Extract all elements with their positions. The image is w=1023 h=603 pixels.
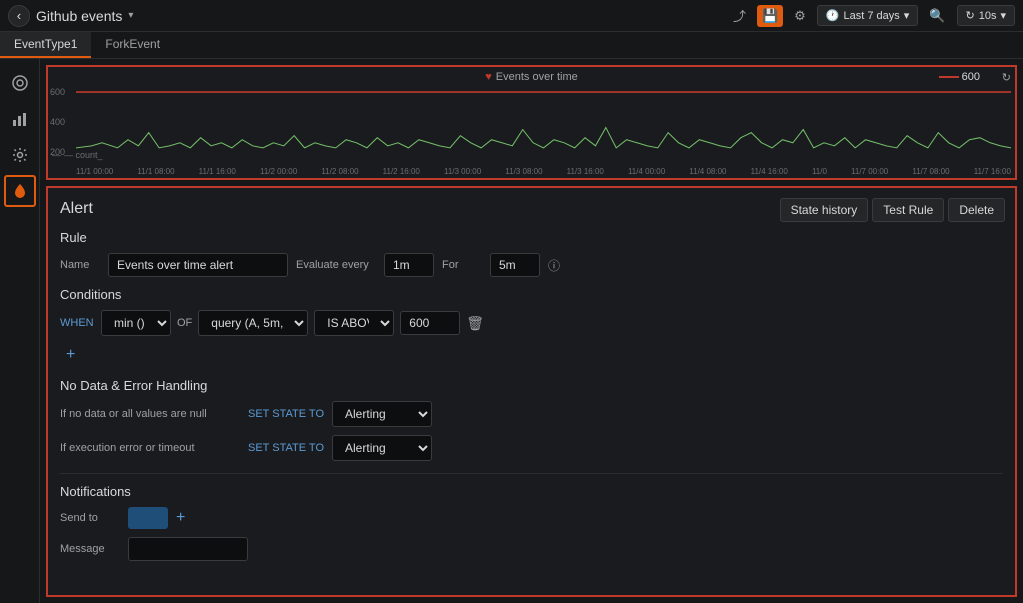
count-line: — bbox=[52, 150, 61, 160]
message-label: Message bbox=[60, 543, 120, 555]
time-range-label: Last 7 days bbox=[844, 10, 900, 22]
clock-icon: 🕐 bbox=[826, 9, 840, 22]
rule-section: Rule Name Evaluate every For ⓘ bbox=[60, 230, 1003, 277]
graph-title-area: ♥ Events over time bbox=[485, 71, 577, 83]
query-select[interactable]: query (A, 5m, now) bbox=[198, 310, 308, 336]
graph-title: Events over time bbox=[496, 71, 578, 83]
top-bar-left: ‹ Github events ▾ bbox=[8, 5, 133, 27]
for-input[interactable] bbox=[490, 253, 540, 277]
min-select[interactable]: min () max () avg () sum () bbox=[101, 310, 171, 336]
right-panel: ♥ Events over time 600 ↻ 600 400 200 bbox=[40, 59, 1023, 603]
name-label: Name bbox=[60, 259, 100, 271]
message-row: Message bbox=[60, 537, 1003, 561]
conditions-section-title: Conditions bbox=[60, 287, 1003, 302]
share-button[interactable]: ⤴ bbox=[728, 3, 751, 28]
graph-legend-value: 600 bbox=[962, 71, 980, 83]
no-data-state-select[interactable]: Alerting No Data Keep State OK bbox=[332, 401, 432, 427]
sidebar bbox=[0, 59, 40, 603]
name-input[interactable] bbox=[108, 253, 288, 277]
of-label: OF bbox=[177, 317, 192, 329]
notifications-section: Notifications Send to + Message bbox=[60, 473, 1003, 561]
info-icon[interactable]: ⓘ bbox=[548, 257, 560, 274]
no-data-label: If no data or all values are null bbox=[60, 408, 240, 420]
notification-channel-button[interactable] bbox=[128, 507, 168, 529]
top-bar-right: ⤴ 💾 ⚙ 🕐 Last 7 days ▾ 🔍 ↻ 10s ▾ bbox=[728, 3, 1015, 28]
conditions-section: Conditions WHEN min () max () avg () sum… bbox=[60, 287, 1003, 366]
threshold-input[interactable] bbox=[400, 311, 460, 335]
y-axis-400: 400 bbox=[50, 117, 65, 127]
state-history-button[interactable]: State history bbox=[780, 198, 869, 222]
time-range-button[interactable]: 🕐 Last 7 days ▾ bbox=[817, 5, 919, 26]
rule-section-title: Rule bbox=[60, 230, 1003, 245]
search-button[interactable]: 🔍 bbox=[924, 5, 950, 27]
y-axis: 600 400 200 bbox=[50, 87, 65, 157]
x-axis: 11/1 00:00 11/1 08:00 11/1 16:00 11/2 00… bbox=[76, 167, 1011, 176]
message-input[interactable] bbox=[128, 537, 248, 561]
sidebar-icon-layers[interactable] bbox=[4, 67, 36, 99]
graph-canvas bbox=[76, 87, 1011, 158]
tab-bar: EventType1 ForkEvent bbox=[0, 32, 1023, 59]
settings-button[interactable]: ⚙ bbox=[789, 5, 811, 27]
delete-button[interactable]: Delete bbox=[948, 198, 1005, 222]
is-above-select[interactable]: IS ABOVE IS BELOW IS WITHIN RANGE HAS NO… bbox=[314, 310, 394, 336]
set-state-label-1: SET STATE TO bbox=[248, 408, 324, 420]
y-axis-600: 600 bbox=[50, 87, 65, 97]
legend-line bbox=[939, 76, 959, 78]
error-label: If execution error or timeout bbox=[60, 442, 240, 454]
set-state-label-2: SET STATE TO bbox=[248, 442, 324, 454]
graph-area: ♥ Events over time 600 ↻ 600 400 200 bbox=[46, 65, 1017, 180]
error-state-select[interactable]: Alerting Keep State OK bbox=[332, 435, 432, 461]
send-to-label: Send to bbox=[60, 512, 120, 524]
count-label: — — count_ bbox=[52, 150, 103, 160]
interval-label: 10s bbox=[979, 10, 997, 22]
condition-row: WHEN min () max () avg () sum () OF quer… bbox=[60, 310, 1003, 336]
tab-eventtype1[interactable]: EventType1 bbox=[0, 32, 91, 58]
refresh-icon: ↻ bbox=[966, 9, 975, 22]
no-data-section-title: No Data & Error Handling bbox=[60, 378, 1003, 393]
evaluate-label: Evaluate every bbox=[296, 259, 376, 271]
graph-value-badge: 600 bbox=[939, 71, 980, 83]
alert-actions: State history Test Rule Delete bbox=[780, 198, 1005, 222]
alert-panel: Alert State history Test Rule Delete Rul… bbox=[46, 186, 1017, 597]
no-data-section: No Data & Error Handling If no data or a… bbox=[60, 378, 1003, 461]
evaluate-input[interactable] bbox=[384, 253, 434, 277]
add-notification-button[interactable]: + bbox=[176, 509, 185, 527]
count-text: — count_ bbox=[64, 150, 103, 160]
interval-arrow: ▾ bbox=[1000, 9, 1006, 22]
send-to-row: Send to + bbox=[60, 507, 1003, 529]
rule-name-row: Name Evaluate every For ⓘ bbox=[60, 253, 1003, 277]
graph-refresh-icon[interactable]: ↻ bbox=[1002, 71, 1011, 84]
main-content: ♥ Events over time 600 ↻ 600 400 200 bbox=[0, 59, 1023, 603]
sidebar-icon-settings[interactable] bbox=[4, 139, 36, 171]
save-button[interactable]: 💾 bbox=[757, 5, 783, 27]
notifications-section-title: Notifications bbox=[60, 484, 1003, 499]
back-button[interactable]: ‹ bbox=[8, 5, 30, 27]
for-label: For bbox=[442, 259, 482, 271]
error-row: If execution error or timeout SET STATE … bbox=[60, 435, 1003, 461]
sidebar-icon-alert[interactable] bbox=[4, 175, 36, 207]
when-label: WHEN bbox=[60, 317, 95, 329]
test-rule-button[interactable]: Test Rule bbox=[872, 198, 944, 222]
condition-delete-icon[interactable]: 🗑 bbox=[466, 315, 484, 332]
add-condition-button[interactable]: + bbox=[60, 344, 81, 366]
refresh-button[interactable]: ↻ 10s ▾ bbox=[957, 5, 1016, 26]
heart-icon: ♥ bbox=[485, 71, 492, 83]
top-bar: ‹ Github events ▾ ⤴ 💾 ⚙ 🕐 Last 7 days ▾ … bbox=[0, 0, 1023, 32]
sidebar-icon-chart[interactable] bbox=[4, 103, 36, 135]
title-dropdown-arrow[interactable]: ▾ bbox=[128, 10, 133, 21]
tab-forkevent[interactable]: ForkEvent bbox=[91, 32, 174, 58]
dashboard-title: Github events bbox=[36, 8, 122, 24]
no-data-row: If no data or all values are null SET ST… bbox=[60, 401, 1003, 427]
time-range-arrow: ▾ bbox=[904, 9, 910, 22]
